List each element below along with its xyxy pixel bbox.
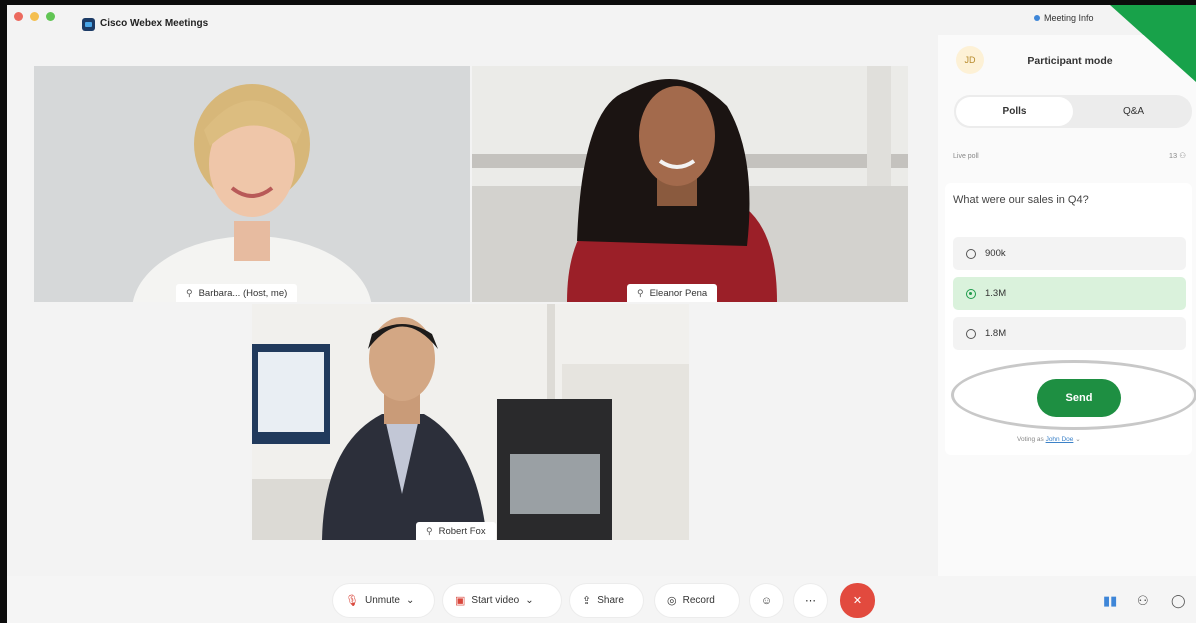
option-label: 1.8M xyxy=(985,328,1007,339)
corner-badge xyxy=(1110,5,1196,82)
mic-icon: ⚲ xyxy=(186,287,193,298)
tab-qa[interactable]: Q&A xyxy=(1075,95,1192,128)
unmute-label: Unmute xyxy=(364,595,400,606)
meeting-controls-bar: 🎙 Unmute ⌄ ▣ Start video ⌄ ⇪ Share ◎ Rec… xyxy=(7,576,1196,623)
tab-polls[interactable]: Polls xyxy=(956,97,1073,126)
poll-option[interactable]: 900k xyxy=(953,237,1186,270)
panel-tabs: Polls Q&A xyxy=(954,95,1192,128)
meeting-info-button[interactable]: Meeting Info xyxy=(1034,13,1094,23)
unmute-button[interactable]: 🎙 Unmute ⌄ xyxy=(333,584,434,617)
more-options-button[interactable]: ⋯ xyxy=(794,584,827,617)
chevron-down-icon[interactable]: ⌄ xyxy=(1075,436,1080,443)
end-call-button[interactable]: ✕ xyxy=(840,583,875,618)
poll-participant-count: 13 ⚇ xyxy=(1169,151,1186,160)
option-label: 1.3M xyxy=(985,288,1007,299)
participant-video-barbara xyxy=(34,66,470,302)
name-tag: ⚲ Eleanor Pena xyxy=(627,284,718,302)
meeting-info-label: Meeting Info xyxy=(1044,13,1094,23)
mic-icon: ⚲ xyxy=(426,525,433,536)
video-tile-barbara[interactable]: ⚲ Barbara... (Host, me) xyxy=(34,66,470,302)
close-window-button[interactable] xyxy=(14,12,23,21)
participant-name: Eleanor Pena xyxy=(649,287,708,299)
chat-icon[interactable]: ◯ xyxy=(1171,593,1186,609)
title-bar: Cisco Webex Meetings Meeting Info xyxy=(7,5,1196,35)
radio-button[interactable] xyxy=(966,328,976,339)
participants-icon[interactable]: ⚇ xyxy=(1137,593,1149,609)
radio-button[interactable] xyxy=(966,248,976,259)
voting-as: Voting as John Doe ⌄ xyxy=(1017,435,1081,443)
participant-name: Robert Fox xyxy=(438,525,486,537)
webex-app-icon xyxy=(82,18,95,31)
maximize-window-button[interactable] xyxy=(46,12,55,21)
chevron-down-icon[interactable]: ⌄ xyxy=(525,595,533,606)
record-button[interactable]: ◎ Record xyxy=(655,584,739,617)
poll-option-selected[interactable]: 1.3M xyxy=(953,277,1186,310)
more-icon: ⋯ xyxy=(805,595,816,607)
send-button[interactable]: Send xyxy=(1037,379,1121,417)
voting-prefix: Voting as xyxy=(1017,436,1044,443)
name-tag: ⚲ Barbara... (Host, me) xyxy=(176,284,298,302)
poll-count-value: 13 xyxy=(1168,151,1178,160)
webex-window: Cisco Webex Meetings Meeting Info ⚲ Barb… xyxy=(7,5,1196,623)
polls-icon[interactable]: ▮▮ xyxy=(1103,593,1117,609)
reactions-button[interactable]: ☺ xyxy=(750,584,783,617)
voting-name-link[interactable]: John Doe xyxy=(1046,436,1074,443)
name-tag: ⚲ Robert Fox xyxy=(416,522,496,540)
minimize-window-button[interactable] xyxy=(30,12,39,21)
participant-name: Barbara... (Host, me) xyxy=(198,287,288,299)
radio-button-checked[interactable] xyxy=(966,288,976,299)
participant-video-eleanor xyxy=(472,66,908,302)
mic-muted-icon: 🎙 xyxy=(345,595,359,607)
poll-type-label: Live poll xyxy=(953,153,979,160)
poll-option[interactable]: 1.8M xyxy=(953,317,1186,350)
chevron-down-icon[interactable]: ⌄ xyxy=(406,595,414,606)
close-icon: ✕ xyxy=(852,595,863,607)
share-label: Share xyxy=(597,595,624,606)
polls-panel: JD Participant mode Polls Q&A Live poll … xyxy=(938,35,1196,576)
poll-card: What were our sales in Q4? 900k 1.3M 1.8… xyxy=(945,183,1196,455)
record-label: Record xyxy=(682,595,715,606)
avatar[interactable]: JD xyxy=(956,46,984,74)
video-off-icon: ▣ xyxy=(455,595,466,607)
share-button[interactable]: ⇪ Share xyxy=(570,584,643,617)
app-title: Cisco Webex Meetings xyxy=(100,18,209,29)
video-tile-eleanor[interactable]: ⚲ Eleanor Pena xyxy=(472,66,908,302)
info-icon xyxy=(1034,15,1040,21)
people-icon: ⚇ xyxy=(1179,151,1186,160)
participant-video-robert xyxy=(252,304,689,540)
start-video-label: Start video xyxy=(471,595,520,606)
start-video-button[interactable]: ▣ Start video ⌄ xyxy=(443,584,561,617)
mic-icon: ⚲ xyxy=(637,287,644,298)
poll-question: What were our sales in Q4? xyxy=(953,194,1089,206)
video-tile-robert[interactable]: ⚲ Robert Fox xyxy=(252,304,689,540)
option-label: 900k xyxy=(985,248,1006,259)
record-icon: ◎ xyxy=(667,595,677,607)
emoji-icon: ☺ xyxy=(760,594,773,607)
share-icon: ⇪ xyxy=(582,595,592,607)
